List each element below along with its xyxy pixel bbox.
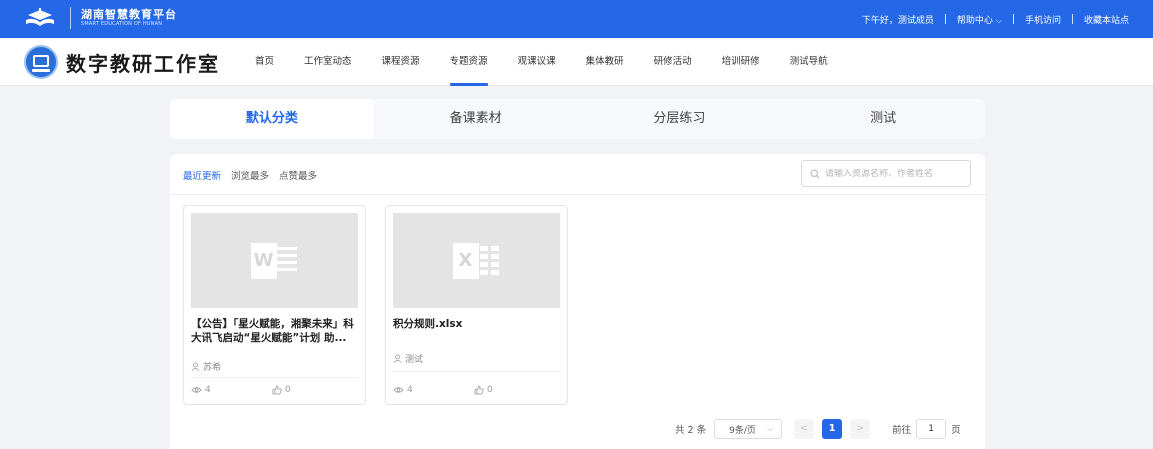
user-greeting[interactable]: 下午好，测试成员 (862, 13, 934, 26)
resource-author: 测试 (393, 352, 423, 365)
eye-icon (191, 387, 202, 393)
sort-most-viewed[interactable]: 浏览最多 (231, 168, 269, 182)
resource-card[interactable]: W 【公告】「星火赋能，湘聚未来」科大讯飞启动“星火赋能”计划 助... 苏希 … (183, 205, 366, 405)
like-count-value: 0 (487, 385, 493, 395)
top-right-menu: 下午好，测试成员 帮助中心 ⌵ 手机访问 收藏本站点 (862, 0, 1129, 38)
card-divider (191, 377, 358, 378)
site-header: 数字教研工作室 首页 工作室动态 课程资源 专题资源 观课议课 集体教研 研修活… (0, 38, 1153, 86)
studio-brand[interactable]: 数字教研工作室 (24, 45, 220, 79)
nav-research-activities[interactable]: 研修活动 (654, 38, 692, 86)
studio-name: 数字教研工作室 (66, 51, 220, 76)
nav-studio-news[interactable]: 工作室动态 (304, 38, 352, 86)
search-box (801, 160, 971, 187)
sort-latest[interactable]: 最近更新 (183, 168, 221, 182)
top-divider (1012, 14, 1014, 24)
total-count: 共 2 条 (675, 425, 707, 436)
thumbs-up-icon (474, 385, 484, 395)
mobile-access-link[interactable]: 手机访问 (1025, 13, 1061, 26)
like-count-value: 0 (285, 385, 291, 395)
top-bar: 湖南智慧教育平台 SMART EDUCATION OF HUNAN 下午好，测试… (0, 0, 1153, 38)
sort-options: 最近更新 浏览最多 点赞最多 (183, 168, 327, 182)
excel-file-icon: X (452, 241, 501, 281)
category-tabs: 默认分类 备课素材 分层练习 测试 (170, 99, 985, 139)
chevron-down-icon: ⌵ (767, 424, 774, 433)
eye-icon (393, 387, 404, 393)
resource-panel: 最近更新 浏览最多 点赞最多 W 【公告】「星火赋能，湘聚未来」科大讯飞启动“星… (170, 154, 985, 449)
word-file-icon: W (250, 241, 299, 281)
thumbs-up-icon (272, 385, 282, 395)
search-icon (810, 168, 820, 178)
platform-name: 湖南智慧教育平台 SMART EDUCATION OF HUNAN (81, 8, 177, 28)
goto-page-input[interactable]: 1 (916, 419, 947, 439)
resource-card[interactable]: X 积分规则.xlsx 测试 4 0 (385, 205, 568, 405)
book-logo-icon (22, 6, 58, 30)
page-jump: 前往 1 页 (892, 419, 961, 439)
page-size-select[interactable]: 9条/页 ⌵ (714, 419, 783, 439)
main-nav: 首页 工作室动态 课程资源 专题资源 观课议课 集体教研 研修活动 培训研修 测… (255, 38, 858, 86)
author-name: 测试 (405, 355, 424, 365)
platform-logo[interactable]: 湖南智慧教育平台 SMART EDUCATION OF HUNAN (22, 6, 177, 30)
view-count-value: 4 (407, 385, 413, 395)
help-center-label: 帮助中心 (956, 15, 993, 26)
resource-thumbnail: W (191, 213, 358, 308)
logo-divider (70, 7, 71, 29)
nav-course-resources[interactable]: 课程资源 (382, 38, 420, 86)
next-page-button[interactable]: > (850, 419, 871, 439)
author-name: 苏希 (203, 363, 222, 373)
page-size-value: 9条/页 (729, 425, 756, 436)
resource-title[interactable]: 【公告】「星火赋能，湘聚未来」科大讯飞启动“星火赋能”计划 助... (191, 317, 361, 345)
studio-emblem-icon (24, 45, 58, 79)
tab-default-category[interactable]: 默认分类 (170, 99, 374, 139)
tab-lesson-materials[interactable]: 备课素材 (374, 99, 578, 139)
page-unit-label: 页 (951, 425, 961, 436)
panel-divider (170, 194, 985, 195)
nav-home[interactable]: 首页 (255, 38, 274, 86)
tab-test[interactable]: 测试 (781, 99, 985, 139)
view-count-value: 4 (205, 385, 211, 395)
goto-label: 前往 (892, 425, 912, 436)
resource-author: 苏希 (191, 360, 221, 373)
top-divider (1071, 14, 1073, 24)
view-count: 4 (393, 385, 413, 395)
sort-most-liked[interactable]: 点赞最多 (279, 168, 317, 182)
nav-test-navigation[interactable]: 测试导航 (790, 38, 828, 86)
page-number-button[interactable]: 1 (822, 419, 843, 439)
like-count[interactable]: 0 (272, 385, 291, 395)
nav-training[interactable]: 培训研修 (722, 38, 760, 86)
bookmark-link[interactable]: 收藏本站点 (1084, 13, 1129, 26)
nav-topic-resources[interactable]: 专题资源 (449, 38, 488, 86)
platform-subtitle: SMART EDUCATION OF HUNAN (81, 21, 163, 27)
nav-lesson-review[interactable]: 观课议课 (518, 38, 556, 86)
help-center-link[interactable]: 帮助中心 ⌵ (957, 13, 1002, 26)
nav-collective-research[interactable]: 集体教研 (586, 38, 624, 86)
tab-tiered-exercises[interactable]: 分层练习 (578, 99, 782, 139)
user-icon (393, 354, 402, 363)
platform-title: 湖南智慧教育平台 (81, 8, 177, 21)
pagination: 共 2 条 9条/页 ⌵ < 1 > 前往 1 页 (675, 419, 961, 439)
prev-page-button[interactable]: < (794, 419, 815, 439)
card-divider (393, 371, 560, 372)
search-input[interactable] (825, 168, 965, 179)
user-icon (191, 362, 200, 371)
view-count: 4 (191, 385, 211, 395)
resource-thumbnail: X (393, 213, 560, 308)
chevron-down-icon: ⌵ (995, 15, 1002, 25)
like-count[interactable]: 0 (474, 385, 493, 395)
resource-title[interactable]: 积分规则.xlsx (393, 317, 563, 331)
top-divider (944, 14, 946, 24)
